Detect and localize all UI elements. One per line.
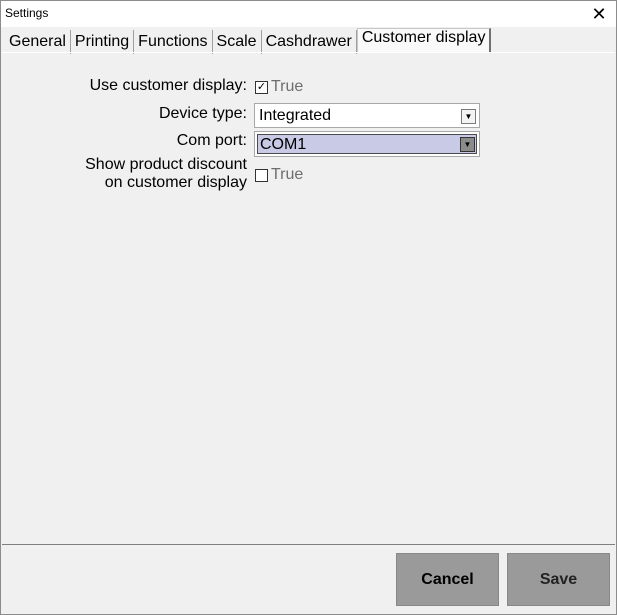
chevron-down-icon[interactable]: ▼: [460, 137, 475, 152]
tab-general[interactable]: General: [5, 30, 71, 54]
close-icon[interactable]: ✕: [582, 1, 616, 27]
title-bar: Settings ✕: [1, 1, 616, 27]
tab-panel-border: [2, 52, 615, 53]
cancel-button[interactable]: Cancel: [396, 553, 499, 606]
com-port-value: COM1: [260, 136, 307, 153]
use-customer-display-checkbox[interactable]: ✓: [255, 81, 268, 94]
show-product-discount-checkbox[interactable]: [255, 169, 268, 182]
tab-strip: General Printing Functions Scale Cashdra…: [5, 28, 616, 54]
com-port-dropdown[interactable]: COM1 ▼: [254, 131, 480, 157]
footer-divider: [2, 544, 615, 545]
tab-printing[interactable]: Printing: [71, 30, 135, 54]
com-port-label: Com port:: [176, 132, 247, 149]
use-customer-display-value: True: [271, 78, 304, 95]
window-title: Settings: [5, 6, 49, 20]
chevron-down-icon[interactable]: ▼: [461, 109, 476, 124]
show-product-discount-label-line2: on customer display: [104, 174, 247, 191]
use-customer-display-label: Use customer display:: [89, 77, 247, 94]
device-type-value: Integrated: [259, 107, 332, 124]
tab-scale[interactable]: Scale: [213, 30, 262, 54]
tab-functions[interactable]: Functions: [134, 30, 213, 54]
tab-cashdrawer[interactable]: Cashdrawer: [262, 30, 357, 54]
show-product-discount-label-line1: Show product discount: [85, 156, 247, 173]
device-type-dropdown[interactable]: Integrated ▼: [254, 103, 480, 128]
settings-window: Settings ✕ General Printing Functions Sc…: [0, 0, 617, 615]
device-type-label: Device type:: [158, 105, 247, 122]
save-button[interactable]: Save: [507, 553, 610, 606]
tab-customer-display[interactable]: Customer display: [356, 28, 492, 53]
show-product-discount-value: True: [271, 166, 304, 183]
